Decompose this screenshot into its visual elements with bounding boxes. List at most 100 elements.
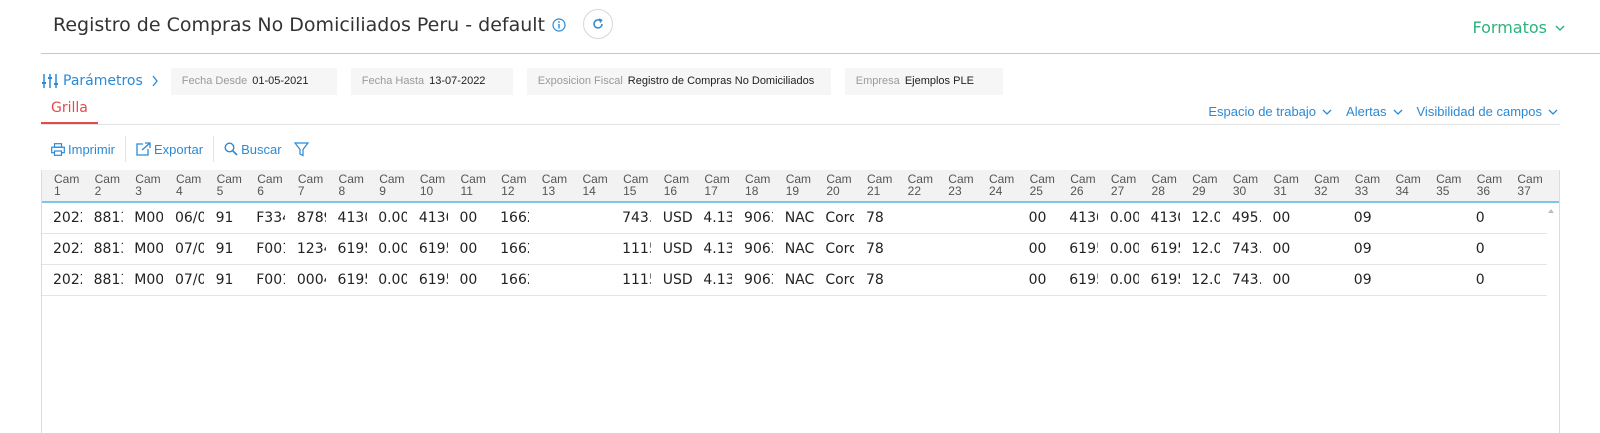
param-value: Registro de Compras No Domiciliados	[627, 75, 815, 87]
column-header-number: 7	[297, 184, 305, 197]
table-cell: 6195	[1150, 272, 1180, 288]
chevron-right-icon	[152, 75, 158, 87]
table-cell: 0.00	[378, 210, 408, 226]
table-cell: 743.4	[1231, 241, 1261, 257]
table-cell: 91	[215, 210, 234, 226]
column-header[interactable]: Cam 8	[327, 173, 367, 197]
param-fecha-hasta[interactable]: Fecha Hasta 13-07-2022	[350, 67, 513, 95]
param-empresa[interactable]: Empresa Ejemplos PLE	[844, 67, 1003, 95]
column-header[interactable]: Cam 23	[936, 173, 976, 197]
column-header-number: 1	[54, 184, 61, 197]
column-header[interactable]: Cam 6	[245, 173, 285, 197]
table-row[interactable]: 2022 8813 M00 07/0 91 F001 1234 6195 0.00 6195 00 1…	[42, 234, 1547, 265]
column-header[interactable]: Cam 26	[1058, 173, 1098, 197]
table-cell: F001	[256, 241, 285, 257]
table-row[interactable]: 2022 8813 M00 06/0 91 F334 8789 4130 0.00 4130 00 1…	[42, 203, 1547, 234]
info-icon[interactable]	[552, 18, 566, 32]
column-header[interactable]: Cam 12	[489, 173, 529, 197]
visibilidad-de-campos-menu[interactable]: Visibilidad de campos	[1417, 104, 1559, 119]
column-header-number: 22	[907, 184, 921, 197]
column-header[interactable]: Cam 22	[896, 173, 936, 197]
toolbar: Imprimir Exportar Buscar	[41, 134, 319, 164]
column-header[interactable]: Cam 3	[123, 173, 163, 197]
table-cell: 4130	[418, 210, 448, 226]
scroll-up-icon[interactable]	[1547, 207, 1555, 215]
column-header[interactable]: Cam 29	[1180, 173, 1220, 197]
table-cell: 1234	[296, 241, 326, 257]
table-cell: 09	[1353, 241, 1372, 257]
param-exposicion-fiscal[interactable]: Exposicion Fiscal Registro de Compras No…	[526, 67, 831, 95]
column-header[interactable]: Cam 20	[814, 173, 854, 197]
column-header[interactable]: Cam 28	[1140, 173, 1180, 197]
table-cell: 12.00	[1191, 272, 1220, 288]
formatos-menu[interactable]: Formatos	[1472, 18, 1565, 37]
table-cell: 0	[1475, 241, 1485, 257]
param-fecha-desde[interactable]: Fecha Desde 01-05-2021	[170, 67, 337, 95]
table-cell: 4130	[337, 210, 367, 226]
buscar-button[interactable]: Buscar	[214, 134, 291, 164]
tab-grilla[interactable]: Grilla	[41, 96, 98, 124]
column-header[interactable]: Cam 24	[977, 173, 1017, 197]
table-row[interactable]: 2022 8813 M00 07/0 91 F001 0004 6195 0.00 6195 00 1…	[42, 265, 1547, 296]
refresh-icon	[593, 18, 603, 29]
table-cell: 4.130	[703, 272, 732, 288]
column-header[interactable]: Cam 7	[286, 173, 326, 197]
column-header[interactable]: Cam 10	[408, 173, 448, 197]
column-header[interactable]: Cam 33	[1343, 173, 1383, 197]
column-header[interactable]: Cam 5	[205, 173, 245, 197]
imprimir-button[interactable]: Imprimir	[41, 134, 125, 164]
column-header[interactable]: Cam 32	[1302, 173, 1342, 197]
table-cell: 4130	[1150, 210, 1180, 226]
table-cell: F001	[256, 272, 285, 288]
column-header[interactable]: Cam 37	[1505, 173, 1545, 197]
column-header[interactable]: Cam 27	[1099, 173, 1139, 197]
table-cell: 4.130	[703, 241, 732, 257]
param-label: Exposicion Fiscal	[537, 75, 623, 87]
table-cell: USD	[662, 210, 692, 226]
table-cell: 91	[215, 241, 234, 257]
table-cell: 6195	[1069, 241, 1098, 257]
table-cell: 78	[866, 210, 884, 226]
column-header[interactable]: Cam 15	[611, 173, 651, 197]
column-header[interactable]: Cam 31	[1262, 173, 1302, 197]
alertas-menu[interactable]: Alertas	[1346, 104, 1402, 119]
column-header[interactable]: Cam 34	[1383, 173, 1423, 197]
chevron-down-icon	[1548, 109, 1558, 115]
tabs-row: Grilla Espacio de trabajo Alertas Visibi…	[41, 96, 1560, 125]
column-header[interactable]: Cam 30	[1221, 173, 1261, 197]
parametros-label: Parámetros	[63, 73, 143, 89]
column-header[interactable]: Cam 19	[774, 173, 814, 197]
parametros-link[interactable]: Parámetros	[41, 73, 159, 89]
table-cell: 00	[459, 272, 478, 288]
table-cell: 0	[1475, 210, 1485, 226]
exportar-button[interactable]: Exportar	[126, 134, 213, 164]
column-header[interactable]: Cam 2	[83, 173, 123, 197]
column-header[interactable]: Cam 36	[1465, 173, 1505, 197]
column-header[interactable]: Cam 4	[164, 173, 204, 197]
menu-label: Visibilidad de campos	[1416, 104, 1543, 119]
column-header[interactable]: Cam 13	[530, 173, 570, 197]
column-header[interactable]: Cam 1	[42, 173, 82, 197]
column-header-number: 12	[501, 184, 515, 197]
column-header[interactable]: Cam 11	[449, 173, 489, 197]
param-label: Fecha Desde	[181, 75, 248, 87]
refresh-button[interactable]	[583, 9, 614, 39]
table-cell: NAC	[784, 210, 814, 226]
column-header[interactable]: Cam 14	[570, 173, 610, 197]
column-header-number: 37	[1517, 184, 1531, 197]
table-cell: 78	[866, 241, 884, 257]
column-header[interactable]: Cam 25	[1018, 173, 1058, 197]
column-header[interactable]: Cam 18	[733, 173, 773, 197]
imprimir-label: Imprimir	[68, 141, 115, 157]
column-header[interactable]: Cam 16	[652, 173, 692, 197]
data-grid: Cam 1 Cam 2 Cam 3 Cam 4 Cam 5 Cam 6 Cam 7 Cam 8 Cam 9 Cam 1…	[41, 170, 1560, 433]
column-header[interactable]: Cam 21	[855, 173, 895, 197]
table-cell: 00	[459, 241, 478, 257]
espacio-de-trabajo-menu[interactable]: Espacio de trabajo	[1208, 104, 1332, 119]
column-header[interactable]: Cam 9	[367, 173, 407, 197]
param-value: 13-07-2022	[429, 75, 486, 87]
table-cell: 4.130	[703, 210, 732, 226]
filter-button[interactable]	[292, 134, 319, 164]
column-header[interactable]: Cam 17	[692, 173, 732, 197]
column-header[interactable]: Cam 35	[1424, 173, 1464, 197]
